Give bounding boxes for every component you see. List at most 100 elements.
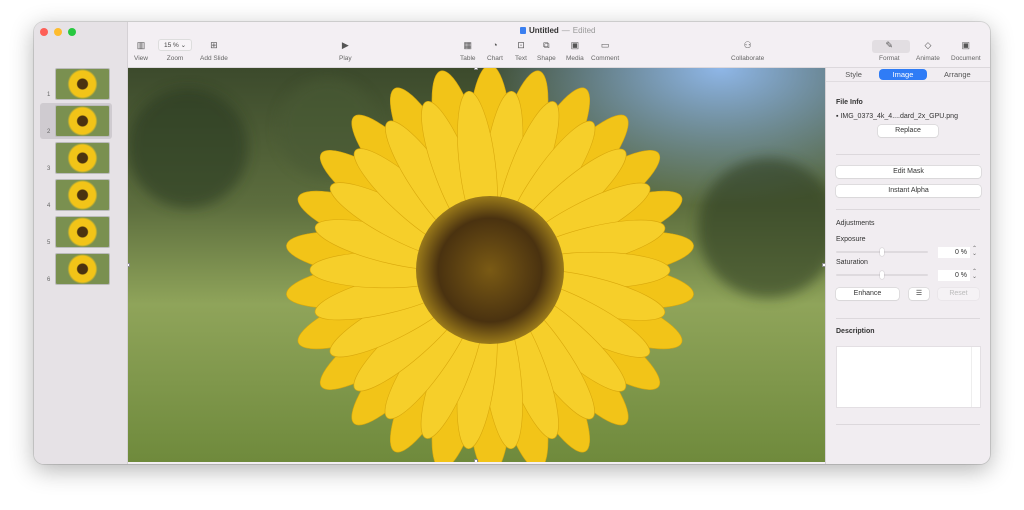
text-icon: ⊡: [517, 40, 525, 50]
animate-icon: ◇: [924, 40, 932, 50]
title-text: Untitled: [529, 26, 559, 35]
play-icon: ▶: [341, 40, 349, 50]
tab-style[interactable]: Style: [835, 69, 872, 80]
comment-button[interactable]: ▭ Comment: [591, 40, 619, 62]
collaborate-label: Collaborate: [731, 55, 765, 62]
comment-icon: ▭: [600, 40, 610, 50]
table-icon: ▦: [463, 40, 473, 50]
adjustments-heading: Adjustments: [836, 220, 875, 227]
exposure-slider[interactable]: [836, 248, 928, 256]
paintbrush-icon: ✎: [885, 40, 894, 50]
play-button[interactable]: ▶ Play: [339, 40, 352, 62]
animate-button[interactable]: ◇ Animate: [916, 40, 940, 62]
file-info-heading: File Info: [836, 99, 863, 106]
add-slide-icon: ⊞: [210, 40, 218, 50]
window-title: Untitled — Edited: [520, 26, 595, 35]
reset-button[interactable]: Reset: [938, 288, 979, 300]
shape-icon: ⧉: [543, 40, 550, 50]
file-name: ▪ IMG_0373_4k_4....dard_2x_GPU.png: [836, 113, 958, 120]
slide-number: 3: [47, 166, 51, 172]
slider-thumb[interactable]: [880, 271, 884, 279]
animate-label: Animate: [916, 55, 940, 62]
adjust-levels-button[interactable]: ☰: [909, 288, 929, 300]
edited-status: Edited: [572, 26, 596, 35]
view-label: View: [134, 55, 148, 62]
resize-handle[interactable]: [474, 459, 478, 462]
document-button[interactable]: ▣ Document: [951, 40, 981, 62]
keynote-window: 1 2 3 4 5 6 Untitled — Edited ▥ View 15 % ⌄ Zoom …: [34, 22, 990, 464]
flower-center: [416, 196, 564, 344]
saturation-field[interactable]: 0 %: [938, 270, 970, 281]
exposure-field[interactable]: 0 %: [938, 247, 970, 258]
slider-thumb[interactable]: [880, 248, 884, 256]
divider: [836, 154, 980, 155]
replace-button[interactable]: Replace: [878, 125, 938, 137]
sunflower-image[interactable]: [128, 68, 825, 462]
exposure-label: Exposure: [836, 236, 866, 243]
divider: [836, 318, 980, 319]
text-label: Text: [515, 55, 527, 62]
shape-button[interactable]: ⧉ Shape: [537, 40, 556, 62]
slide-thumbnail[interactable]: [55, 179, 110, 211]
saturation-stepper[interactable]: ⌃ ⌄: [972, 269, 977, 280]
zoom-value[interactable]: 15 % ⌄: [158, 39, 193, 51]
slide-canvas[interactable]: [128, 68, 825, 462]
slide-thumbnail[interactable]: [55, 105, 110, 137]
divider: [836, 424, 980, 425]
play-label: Play: [339, 55, 352, 62]
comment-label: Comment: [591, 55, 620, 62]
toolbar: Untitled — Edited ▥ View 15 % ⌄ Zoom ⊞ Add Sl…: [128, 22, 990, 68]
edit-mask-button[interactable]: Edit Mask: [836, 166, 981, 178]
document-icon: ▣: [961, 40, 971, 50]
description-scrollbar[interactable]: [971, 347, 980, 407]
resize-handle[interactable]: [128, 263, 130, 267]
tab-image[interactable]: Image: [878, 69, 928, 80]
table-button[interactable]: ▦ Table: [460, 40, 476, 62]
media-icon: ▣: [570, 40, 580, 50]
slide-thumbnail[interactable]: [55, 142, 110, 174]
chart-label: Chart: [487, 55, 503, 62]
view-button[interactable]: ▥ View: [134, 40, 148, 62]
add-slide-label: Add Slide: [200, 55, 228, 62]
slide-number: 6: [47, 277, 51, 283]
media-button[interactable]: ▣ Media: [566, 40, 584, 62]
window-controls: [40, 28, 76, 36]
format-label: Format: [879, 55, 900, 62]
saturation-label: Saturation: [836, 259, 868, 266]
slide-number: 4: [47, 203, 51, 209]
slide-thumbnail[interactable]: [55, 216, 110, 248]
close-button[interactable]: [40, 28, 48, 36]
text-button[interactable]: ⊡ Text: [515, 40, 527, 62]
enhance-button[interactable]: Enhance: [836, 288, 899, 300]
chart-icon: ◔: [492, 40, 498, 50]
tab-arrange[interactable]: Arrange: [934, 69, 981, 80]
sidebar-icon: ▥: [136, 40, 146, 50]
format-button[interactable]: ✎ Format: [879, 40, 900, 62]
document-icon: [520, 27, 526, 34]
chart-button[interactable]: ◔ Chart: [487, 40, 503, 62]
zoom-popup[interactable]: 15 % ⌄ Zoom: [158, 39, 193, 62]
collaborate-button[interactable]: ⚇ Collaborate: [731, 40, 764, 62]
inspector-tabs: Style Image Arrange: [826, 68, 990, 82]
slide-number: 2: [47, 129, 51, 135]
divider: [836, 209, 980, 210]
instant-alpha-button[interactable]: Instant Alpha: [836, 185, 981, 197]
description-field[interactable]: [836, 346, 981, 408]
zoom-button[interactable]: [68, 28, 76, 36]
format-inspector: Style Image Arrange File Info ▪ IMG_0373…: [825, 68, 990, 464]
shape-label: Shape: [537, 55, 556, 62]
slide-thumbnail[interactable]: [55, 253, 110, 285]
document-label: Document: [951, 55, 981, 62]
media-label: Media: [566, 55, 584, 62]
exposure-stepper[interactable]: ⌃ ⌄: [972, 246, 977, 257]
minimize-button[interactable]: [54, 28, 62, 36]
resize-handle[interactable]: [474, 68, 478, 70]
slide-number: 1: [47, 92, 51, 98]
slide-navigator: 1 2 3 4 5 6: [34, 22, 128, 464]
slide-thumbnail[interactable]: [55, 68, 110, 100]
add-slide-button[interactable]: ⊞ Add Slide: [200, 40, 228, 62]
table-label: Table: [460, 55, 476, 62]
saturation-slider[interactable]: [836, 271, 928, 279]
zoom-label: Zoom: [166, 55, 184, 62]
slide-number: 5: [47, 240, 51, 246]
